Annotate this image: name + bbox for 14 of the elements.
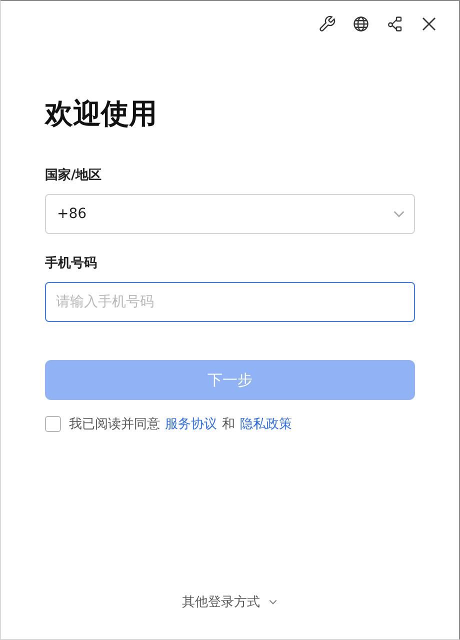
agreement-link[interactable]: 服务协议 <box>165 415 217 433</box>
welcome-title: 欢迎使用 <box>45 96 157 132</box>
wrench-icon[interactable] <box>317 14 337 34</box>
other-login-button[interactable]: 其他登录方式 <box>182 593 278 611</box>
phone-label: 手机号码 <box>45 254 97 272</box>
agreement-text: 和 <box>222 416 235 433</box>
agree-checkbox[interactable] <box>45 416 61 432</box>
chevron-down-icon <box>268 597 278 607</box>
phone-input[interactable]: 请输入手机号码 <box>45 282 415 322</box>
region-label: 国家/地区 <box>45 166 102 184</box>
region-select[interactable]: +86 <box>45 194 415 234</box>
agreement-link[interactable]: 隐私政策 <box>240 415 292 433</box>
agreement-text: 我已阅读并同意 <box>69 416 160 433</box>
globe-icon[interactable] <box>351 14 371 34</box>
